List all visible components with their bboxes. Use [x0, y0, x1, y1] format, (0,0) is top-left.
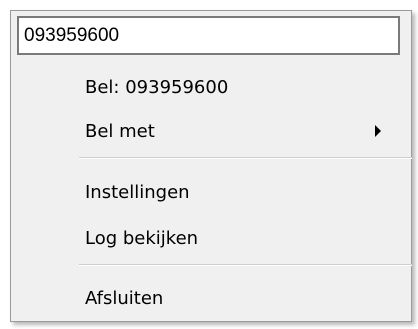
context-menu: [10, 10, 412, 322]
menu-item-label: Afsluiten: [85, 287, 164, 309]
submenu-arrow-icon: [375, 125, 381, 137]
menu-item-view-log[interactable]: Log bekijken: [11, 218, 401, 258]
menu-item-label: Bel met: [85, 120, 155, 142]
menu-item-label: Log bekijken: [85, 227, 199, 249]
menu-item-label: Bel: 093959600: [85, 76, 229, 98]
menu-item-call-with[interactable]: Bel met: [11, 111, 401, 151]
menu-item-call-number[interactable]: Bel: 093959600: [11, 67, 401, 107]
menu-item-exit[interactable]: Afsluiten: [11, 278, 401, 318]
phone-number-input[interactable]: [17, 16, 400, 55]
menu-separator: [79, 157, 412, 159]
menu-item-label: Instellingen: [85, 181, 190, 203]
menu-item-settings[interactable]: Instellingen: [11, 172, 401, 212]
menu-separator: [79, 264, 412, 266]
